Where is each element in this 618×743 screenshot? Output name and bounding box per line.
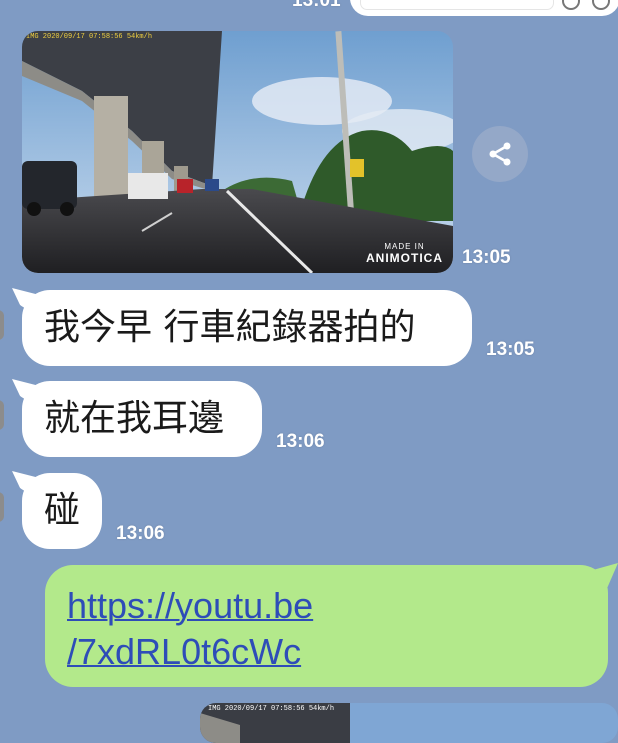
watermark-small-text: MADE IN	[384, 242, 425, 251]
dashcam-timestamp: IMG 2020/09/17 07:58:56 54km/h	[26, 33, 153, 41]
message-text: 就在我耳邊	[44, 398, 225, 439]
message-bubble[interactable]: 我今早 行車紀錄器拍的	[22, 290, 472, 366]
watermark-brand: ANIMOTICA	[366, 251, 443, 265]
link-preview-thumbnail[interactable]: IMG 2020/09/17 07:58:56 54km/h	[200, 703, 618, 743]
link-line-2: /7xdRL0t6cWc	[67, 631, 302, 672]
message-time: 13:01	[292, 0, 341, 11]
message-time: 13:06	[276, 431, 325, 452]
video-watermark: MADE IN ANIMOTICA	[366, 242, 443, 265]
dashcam-video-frame	[22, 31, 453, 273]
partial-input-strip	[360, 0, 554, 10]
dashcam-timestamp: IMG 2020/09/17 07:58:56 54km/h	[208, 705, 335, 713]
message-time: 13:06	[116, 523, 165, 544]
share-button[interactable]	[472, 126, 528, 182]
avatar[interactable]	[0, 400, 4, 430]
video-thumbnail[interactable]: IMG 2020/09/17 07:58:56 54km/h MADE IN A…	[22, 31, 453, 273]
avatar[interactable]	[0, 310, 4, 340]
partial-message-bubble[interactable]	[350, 0, 618, 16]
message-time: 13:05	[486, 339, 535, 360]
close-icon[interactable]	[592, 0, 610, 10]
message-text: 我今早 行車紀錄器拍的	[44, 307, 416, 348]
youtube-link[interactable]: https://youtu.be /7xdRL0t6cWc	[67, 583, 586, 675]
avatar[interactable]	[0, 492, 4, 522]
link-line-1: https://youtu.be	[67, 585, 314, 626]
message-bubble[interactable]: 碰	[22, 473, 102, 549]
outgoing-message-bubble[interactable]: https://youtu.be /7xdRL0t6cWc	[45, 565, 608, 687]
share-icon	[489, 142, 511, 166]
emoji-icon[interactable]	[562, 0, 580, 10]
message-time: 13:05	[462, 247, 511, 268]
message-bubble[interactable]: 就在我耳邊	[22, 381, 262, 457]
message-text: 碰	[44, 490, 81, 531]
